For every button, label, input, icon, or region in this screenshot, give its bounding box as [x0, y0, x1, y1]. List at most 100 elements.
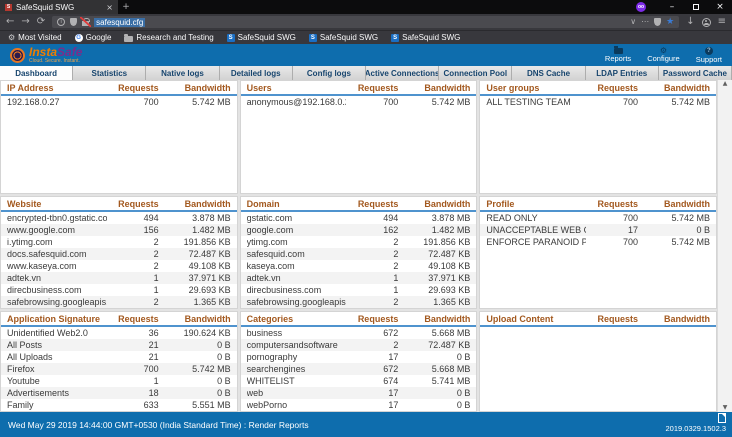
row-requests: 2: [107, 249, 159, 259]
row-name: All Posts: [7, 340, 107, 350]
row-name: direcbusiness.com: [7, 285, 107, 295]
document-icon[interactable]: [718, 413, 726, 423]
insecure-lock-icon[interactable]: [82, 21, 89, 26]
row-bandwidth: 0 B: [159, 376, 231, 386]
panel-rows: encrypted-tbn0.gstatic.com4943.878 MBwww…: [1, 212, 237, 308]
row-bandwidth: 72.487 KB: [398, 340, 470, 350]
row-requests: 2: [346, 297, 398, 307]
tab-password-cache[interactable]: Password Cache: [659, 66, 732, 80]
support-label: Support: [696, 56, 722, 64]
page-actions-icon[interactable]: ⋯: [641, 18, 649, 26]
tab-ldap-entries[interactable]: LDAP Entries: [586, 66, 659, 80]
row-requests: 633: [107, 400, 159, 410]
table-row: docs.safesquid.com272.487 KB: [1, 248, 237, 260]
bookmark-label: SafeSquid SWG: [320, 33, 378, 42]
row-requests: 1: [346, 273, 398, 283]
panel: User groups Requests Bandwidth ALL TESTI…: [479, 80, 717, 194]
back-button[interactable]: ←: [6, 17, 14, 27]
bookmark-item[interactable]: SSafeSquid SWG: [227, 33, 296, 42]
tab-config-logs[interactable]: Config logs: [293, 66, 366, 80]
bookmark-item[interactable]: SSafeSquid SWG: [309, 33, 378, 42]
close-window-button[interactable]: ×: [708, 0, 732, 14]
tab-close-icon[interactable]: ×: [106, 3, 113, 12]
scroll-down-icon[interactable]: ▼: [723, 404, 728, 412]
google-icon: G: [75, 34, 83, 42]
panel-col-bandwidth: Bandwidth: [159, 83, 231, 93]
tab-native-logs[interactable]: Native logs: [146, 66, 219, 80]
panel: IP Address Requests Bandwidth 192.168.0.…: [0, 80, 238, 194]
configure-button[interactable]: ⚙ Configure: [647, 47, 680, 64]
account-icon[interactable]: [702, 18, 711, 27]
maximize-button[interactable]: [684, 0, 708, 14]
page-shield-icon[interactable]: [654, 18, 661, 26]
panel-col-requests: Requests: [107, 83, 159, 93]
menu-icon[interactable]: ≡: [718, 17, 726, 27]
forward-button[interactable]: →: [21, 17, 29, 27]
table-row: gstatic.com4943.878 MB: [241, 212, 477, 224]
table-row: WHITELIST6745.741 MB: [241, 375, 477, 387]
tab-active-connections[interactable]: Active Connections: [366, 66, 439, 80]
brand-tagline: Cloud. Secure. Instant.: [29, 59, 82, 64]
tab-statistics[interactable]: Statistics: [73, 66, 146, 80]
row-bandwidth: 1.482 MB: [398, 225, 470, 235]
minimize-button[interactable]: –: [660, 0, 684, 14]
tab-dns-cache[interactable]: DNS Cache: [512, 66, 585, 80]
bookmark-item[interactable]: ⚙Most Visited: [8, 33, 62, 42]
row-bandwidth: 5.741 MB: [398, 376, 470, 386]
row-name: google.com: [247, 225, 347, 235]
support-button[interactable]: ? Support: [696, 47, 722, 64]
table-row: web170 B: [241, 387, 477, 399]
vertical-scrollbar[interactable]: ▲ ▼: [717, 80, 732, 412]
bookmark-item[interactable]: SSafeSquid SWG: [391, 33, 460, 42]
row-name: docs.safesquid.com: [7, 249, 107, 259]
table-row: encrypted-tbn0.gstatic.com4943.878 MB: [1, 212, 237, 224]
row-bandwidth: 1.365 KB: [159, 297, 231, 307]
row-requests: 1: [346, 285, 398, 295]
new-tab-button[interactable]: +: [118, 0, 134, 14]
row-name: searchengines: [247, 364, 347, 374]
row-name: anonymous@192.168.0.27: [247, 97, 347, 107]
site-info-icon[interactable]: i: [57, 18, 65, 26]
extension-icon[interactable]: oo: [636, 2, 646, 12]
panel-col-requests: Requests: [346, 314, 398, 324]
tab-connection-pool[interactable]: Connection Pool: [439, 66, 512, 80]
row-name: encrypted-tbn0.gstatic.com: [7, 213, 107, 223]
row-requests: 17: [586, 225, 638, 235]
scroll-up-icon[interactable]: ▲: [723, 80, 728, 88]
table-row: UNACCEPTABLE WEB CATEGORY170 B: [480, 224, 716, 236]
download-icon[interactable]: ↓: [686, 17, 694, 27]
reports-button[interactable]: Reports: [605, 47, 631, 64]
row-name: safebrowsing.googleapis.com: [7, 297, 107, 307]
bookmark-item[interactable]: GGoogle: [75, 33, 112, 42]
tab-detailed-logs[interactable]: Detailed logs: [220, 66, 293, 80]
panel-rows: 192.168.0.277005.742 MB: [1, 96, 237, 108]
panel-title: Categories: [247, 314, 347, 324]
row-bandwidth: 0 B: [159, 340, 231, 350]
row-requests: 17: [346, 352, 398, 362]
browser-tab-title: SafeSquid SWG: [16, 3, 102, 12]
row-bandwidth: 5.668 MB: [398, 364, 470, 374]
table-row: Youtube10 B: [1, 375, 237, 387]
browser-tab[interactable]: S SafeSquid SWG ×: [0, 0, 118, 14]
bookmark-item[interactable]: Research and Testing: [124, 33, 213, 42]
row-name: Family: [7, 400, 107, 410]
row-name: Unidentified Web2.0: [7, 328, 107, 338]
row-requests: 494: [107, 213, 159, 223]
panel-col-requests: Requests: [346, 199, 398, 209]
reload-button[interactable]: ⟳: [37, 17, 45, 27]
row-name: safebrowsing.googleapis.com: [247, 297, 347, 307]
panel: Categories Requests Bandwidth business67…: [240, 311, 478, 412]
panel: Profile Requests Bandwidth READ ONLY7005…: [479, 196, 717, 309]
table-row: ENFORCE PARANOID PRIVACY LEVEL7005.742 M…: [480, 236, 716, 248]
row-requests: 162: [346, 225, 398, 235]
tab-dashboard[interactable]: Dashboard: [0, 66, 73, 80]
table-row: READ ONLY7005.742 MB: [480, 212, 716, 224]
table-row: Advertisements180 B: [1, 387, 237, 399]
url-bar[interactable]: i safesquid.cfg ∨ ⋯ ★: [52, 16, 679, 28]
chevron-down-icon[interactable]: ∨: [630, 18, 636, 26]
bookmark-label: Research and Testing: [136, 33, 213, 42]
bookmark-star-icon[interactable]: ★: [666, 18, 674, 27]
url-text[interactable]: safesquid.cfg: [94, 18, 145, 27]
tracking-protection-shield-icon[interactable]: [70, 18, 77, 26]
row-bandwidth: 0 B: [638, 225, 710, 235]
